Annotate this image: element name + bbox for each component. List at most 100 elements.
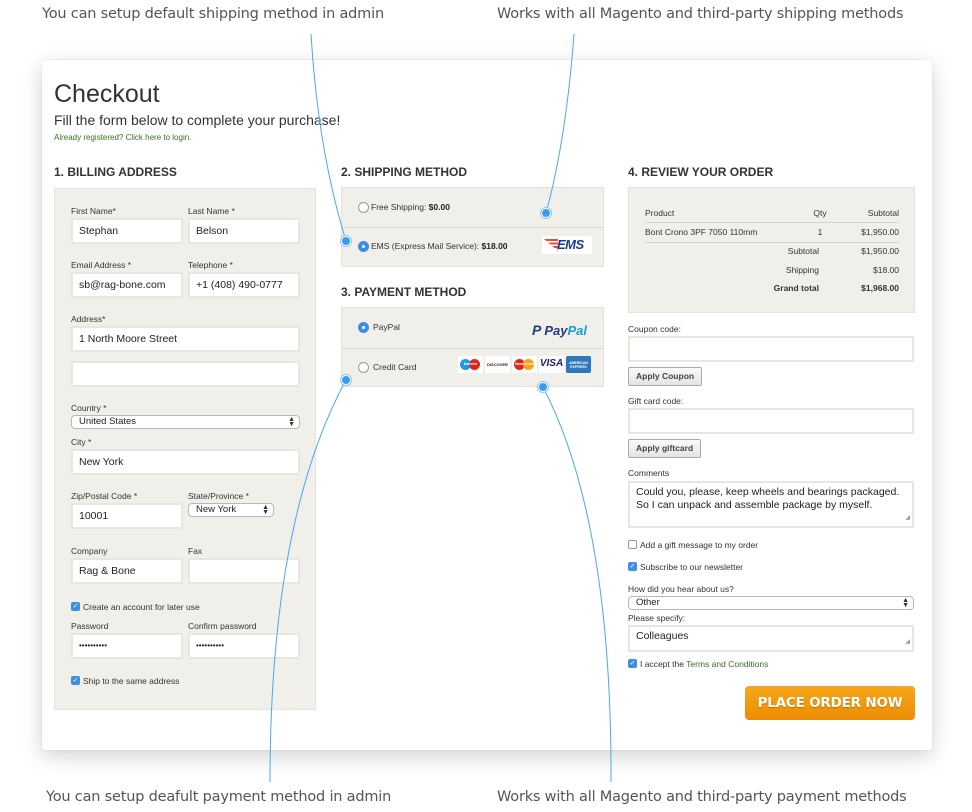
- hear-about-label: How did you hear about us?: [628, 584, 734, 594]
- state-value: New York: [196, 504, 237, 515]
- specify-label: Please specify:: [628, 613, 686, 623]
- specify-textarea[interactable]: Colleagues ◢: [628, 625, 914, 652]
- terms-checkbox[interactable]: ✓: [628, 659, 637, 668]
- giftcard-input[interactable]: [628, 408, 914, 434]
- col-product: Product: [645, 208, 675, 218]
- create-account-checkbox[interactable]: ✓: [71, 602, 80, 611]
- telephone-label: Telephone *: [188, 260, 233, 270]
- zip-input[interactable]: 10001: [71, 503, 183, 529]
- newsletter-label: Subscribe to our newsletter: [640, 562, 743, 572]
- order-summary-panel: Product Qty Subtotal Bont Crono 3PF 7050…: [628, 187, 915, 313]
- billing-section-title: 1. BILLING ADDRESS: [54, 165, 177, 179]
- newsletter-checkbox[interactable]: ✓: [628, 562, 637, 571]
- select-arrows-icon: ▲ ▼: [288, 416, 295, 428]
- apply-coupon-button[interactable]: Apply Coupon: [628, 367, 703, 386]
- fax-input[interactable]: [188, 558, 300, 584]
- totals-row-subtotal: Subtotal $1,950.00: [787, 246, 899, 256]
- shipping-section-title: 2. SHIPPING METHOD: [341, 165, 468, 179]
- ship-same-label: Ship to the same address: [83, 676, 180, 686]
- comments-label: Comments: [628, 468, 670, 478]
- ems-radio[interactable]: [358, 241, 369, 252]
- zip-label: Zip/Postal Code *: [71, 491, 138, 501]
- item-product: Bont Crono 3PF 7050 110mm: [645, 227, 758, 237]
- login-link[interactable]: Already registered? Click here to login.: [54, 133, 191, 142]
- place-order-button[interactable]: PLACE ORDER NOW: [745, 686, 915, 720]
- divider: [342, 227, 603, 228]
- password-label: Password: [71, 621, 109, 631]
- select-arrows-icon: ▲ ▼: [262, 504, 269, 516]
- col-subtotal: Subtotal: [867, 208, 899, 218]
- country-value: United States: [79, 416, 137, 427]
- payment-panel: PayPal P PayPal Credit Card Maestro DISCO…: [341, 307, 604, 387]
- coupon-input[interactable]: [628, 336, 914, 362]
- state-select[interactable]: New York ▲ ▼: [188, 503, 274, 517]
- col-qty: Qty: [813, 208, 827, 218]
- last-name-input[interactable]: Belson: [188, 218, 300, 244]
- city-input[interactable]: New York: [71, 449, 300, 475]
- resize-grip-icon[interactable]: ◢: [905, 636, 910, 649]
- address-line1-input[interactable]: 1 North Moore Street: [71, 326, 300, 352]
- page-subtitle: Fill the form below to complete your pur…: [54, 112, 341, 128]
- terms-label: I accept the Terms and Conditions: [640, 659, 769, 669]
- create-account-label: Create an account for later use: [83, 602, 200, 612]
- hear-about-select[interactable]: Other ▲ ▼: [628, 596, 914, 610]
- callout-default-shipping: You can setup default shipping method in…: [42, 6, 384, 22]
- confirm-password-input[interactable]: ••••••••••: [188, 633, 300, 659]
- callout-default-payment: You can setup deafult payment method in …: [46, 789, 392, 805]
- ems-label: EMS (Express Mail Service): $18.00: [371, 241, 508, 251]
- city-label: City *: [71, 437, 92, 447]
- item-subtotal: $1,950.00: [861, 227, 899, 237]
- apply-giftcard-button[interactable]: Apply giftcard: [628, 439, 702, 458]
- table-header: Product Qty Subtotal: [645, 208, 899, 220]
- email-input[interactable]: sb@rag-bone.com: [71, 272, 183, 298]
- giftcard-label: Gift card code:: [628, 396, 684, 406]
- divider: [645, 222, 899, 223]
- gift-message-checkbox[interactable]: [628, 540, 637, 549]
- telephone-input[interactable]: +1 (408) 490-0777: [188, 272, 300, 298]
- callout-shipping-methods: Works with all Magento and third-party s…: [497, 6, 904, 22]
- hear-about-value: Other: [636, 597, 660, 608]
- item-qty: 1: [817, 227, 823, 237]
- first-name-label: First Name*: [71, 206, 116, 216]
- coupon-label: Coupon code:: [628, 324, 681, 334]
- password-input[interactable]: ••••••••••: [71, 633, 183, 659]
- table-row: Bont Crono 3PF 7050 110mm 1 $1,950.00: [645, 227, 899, 239]
- credit-card-radio[interactable]: [358, 362, 369, 373]
- address-label: Address*: [71, 314, 106, 324]
- discover-icon: DISCOVER: [485, 356, 510, 373]
- maestro-icon: Maestro: [458, 356, 483, 373]
- state-label: State/Province *: [188, 491, 249, 501]
- paypal-label: PayPal: [373, 322, 400, 332]
- visa-icon: VISA: [539, 356, 564, 373]
- comments-textarea[interactable]: Could you, please, keep wheels and beari…: [628, 481, 914, 528]
- ship-same-checkbox[interactable]: ✓: [71, 676, 80, 685]
- review-section-title: 4. REVIEW YOUR ORDER: [628, 165, 774, 179]
- free-shipping-radio[interactable]: [358, 202, 369, 213]
- amex-icon: AMERICAN EXPRESS: [566, 356, 591, 373]
- gift-message-label: Add a gift message to my order: [640, 540, 759, 550]
- fax-label: Fax: [188, 546, 203, 556]
- company-label: Company: [71, 546, 108, 556]
- country-select[interactable]: United States ▲ ▼: [71, 415, 300, 429]
- checkout-card: Checkout Fill the form below to complete…: [42, 60, 932, 750]
- payment-section-title: 3. PAYMENT METHOD: [341, 285, 467, 299]
- country-label: Country *: [71, 403, 107, 413]
- select-arrows-icon: ▲ ▼: [902, 597, 909, 609]
- billing-panel: First Name* Stephan Last Name * Belson E…: [54, 188, 316, 710]
- page-title: Checkout: [54, 80, 160, 108]
- confirm-password-label: Confirm password: [188, 621, 257, 631]
- totals-row-shipping: Shipping $18.00: [785, 265, 899, 275]
- first-name-input[interactable]: Stephan: [71, 218, 183, 244]
- shipping-panel: Free Shipping: $0.00 EMS (Express Mail S…: [341, 187, 604, 267]
- divider: [342, 348, 603, 349]
- terms-link[interactable]: Terms and Conditions: [686, 659, 768, 669]
- mastercard-icon: MasterCard: [512, 356, 537, 373]
- paypal-radio[interactable]: [358, 322, 369, 333]
- email-label: Email Address *: [71, 260, 131, 270]
- paypal-logo-icon: P PayPal: [532, 322, 587, 338]
- resize-grip-icon[interactable]: ◢: [905, 512, 910, 525]
- company-input[interactable]: Rag & Bone: [71, 558, 183, 584]
- ems-logo-icon: EMS: [542, 236, 592, 254]
- credit-card-label: Credit Card: [373, 362, 417, 372]
- address-line2-input[interactable]: [71, 361, 300, 387]
